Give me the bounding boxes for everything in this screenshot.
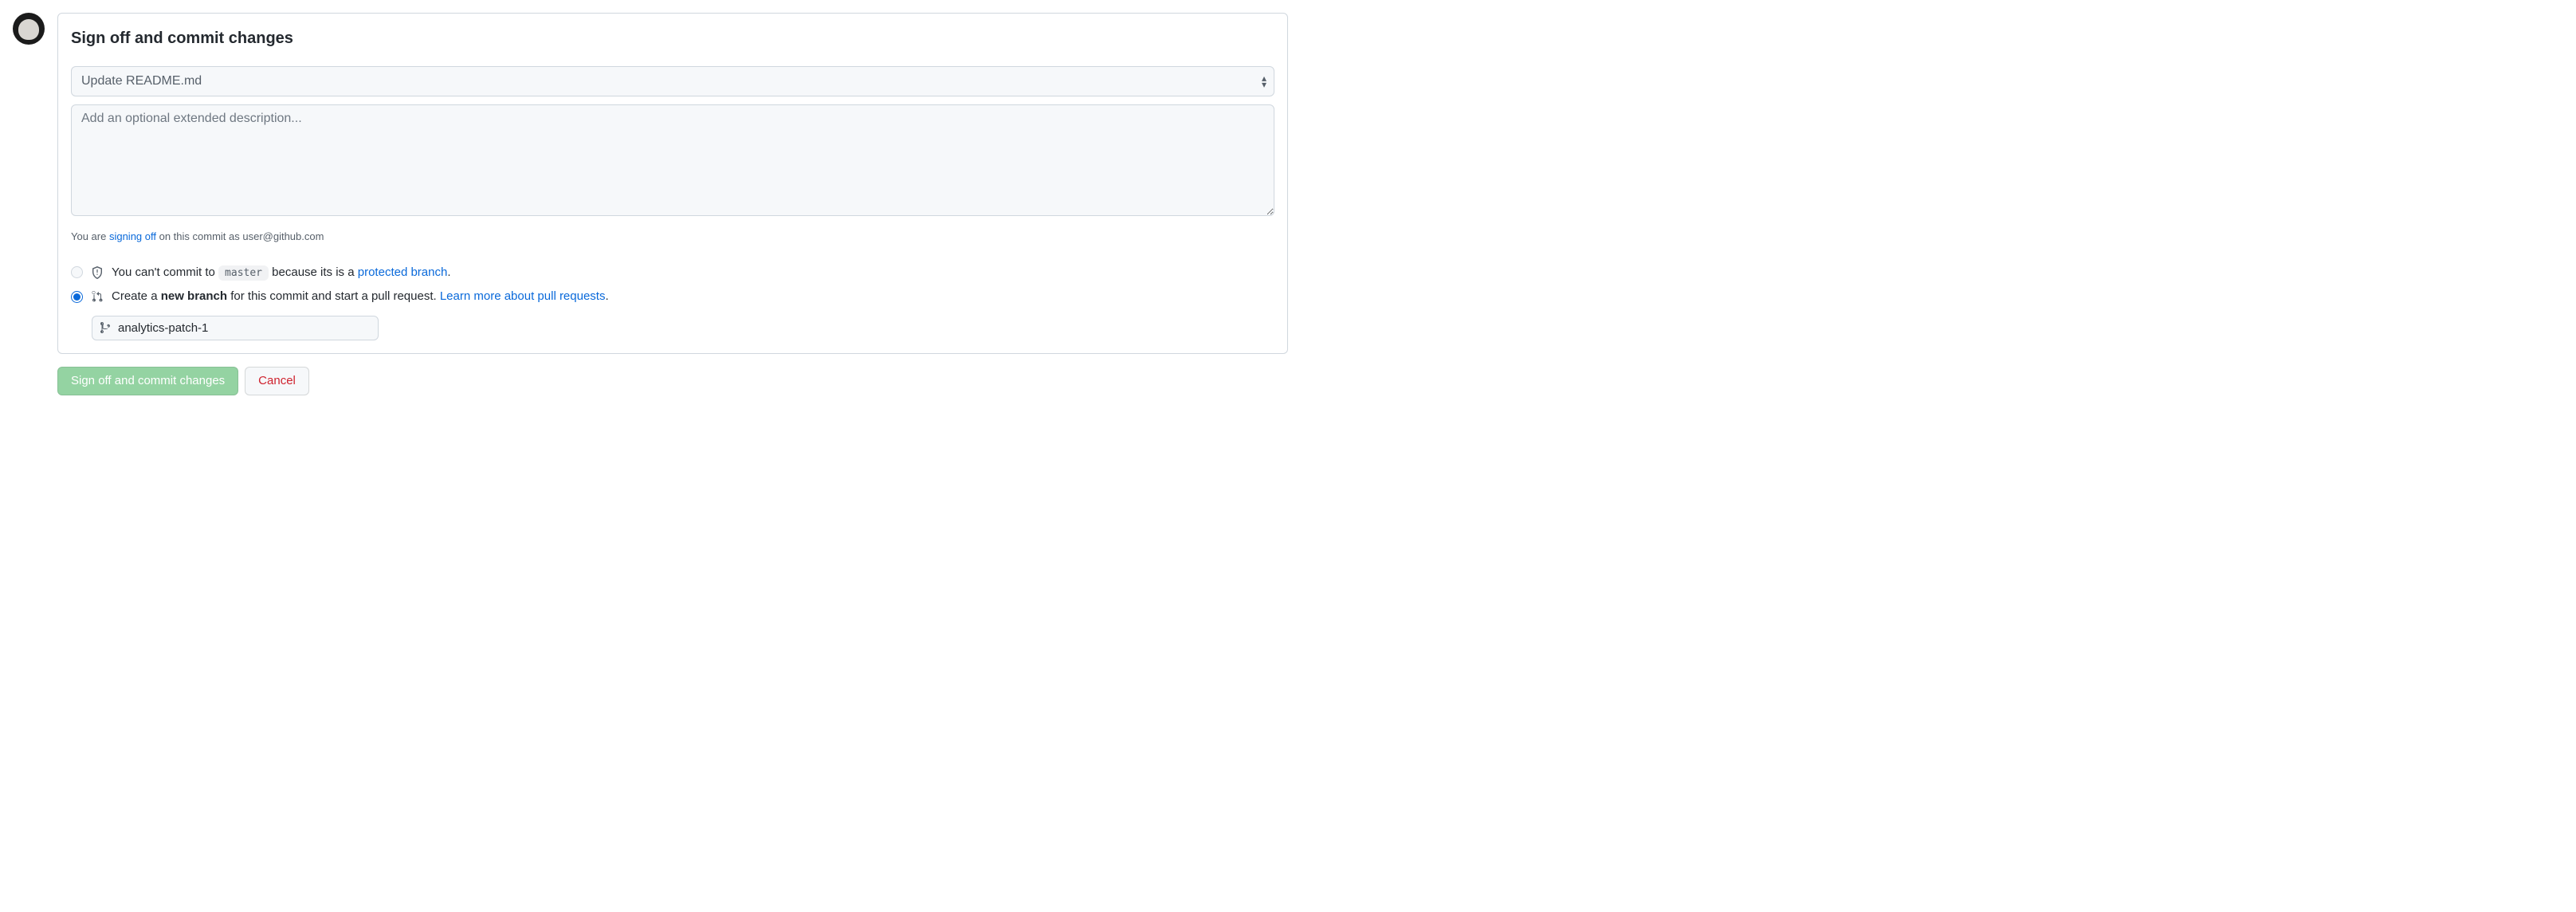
radio-label-direct: You can't commit to master because its i… (112, 264, 451, 282)
shield-icon (91, 266, 104, 279)
card-title: Sign off and commit changes (71, 26, 1274, 50)
branch-name-input[interactable] (92, 316, 379, 340)
git-pull-request-icon (91, 290, 104, 303)
signoff-note: You are signing off on this commit as us… (71, 229, 1274, 245)
create-branch-option[interactable]: Create a new branch for this commit and … (71, 285, 1274, 309)
radio-create-branch[interactable] (71, 291, 83, 303)
git-branch-icon (100, 321, 112, 334)
avatar[interactable] (13, 13, 45, 45)
commit-direct-option: You can't commit to master because its i… (71, 261, 1274, 285)
commit-changes-button[interactable]: Sign off and commit changes (57, 367, 238, 395)
learn-more-pr-link[interactable]: Learn more about pull requests (440, 289, 606, 303)
cancel-button[interactable]: Cancel (245, 367, 309, 395)
branch-chip: master (218, 265, 269, 281)
radio-label-new-branch: Create a new branch for this commit and … (112, 288, 609, 306)
protected-branch-link[interactable]: protected branch (358, 265, 448, 279)
commit-description-textarea[interactable] (71, 104, 1274, 216)
commit-card: Sign off and commit changes You are sign… (57, 13, 1288, 354)
radio-commit-direct (71, 266, 83, 278)
signing-off-link[interactable]: signing off (109, 230, 156, 242)
commit-summary-input[interactable] (71, 66, 1274, 96)
